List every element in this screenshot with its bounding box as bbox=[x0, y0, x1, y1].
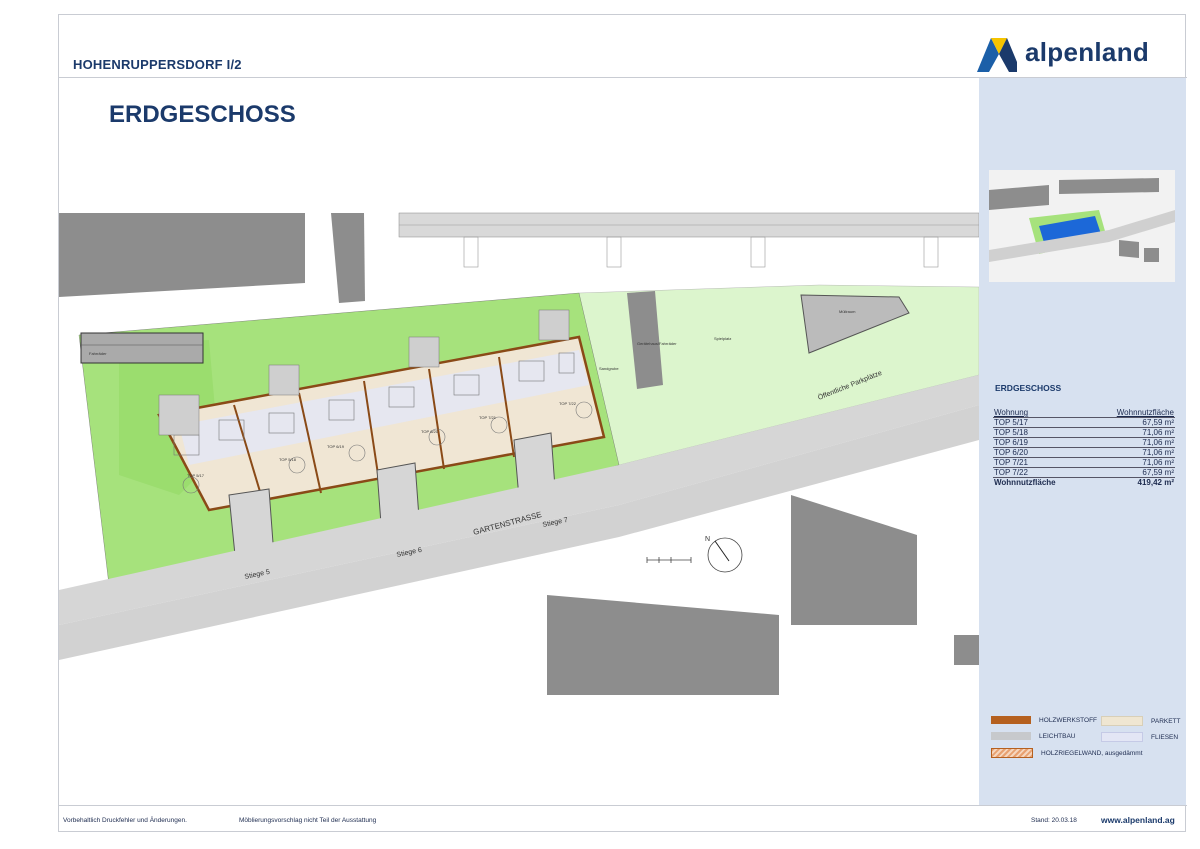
legend-item: FLIESEN bbox=[1101, 732, 1178, 742]
logo-text: alpenland bbox=[1025, 36, 1150, 67]
footer-website-link[interactable]: www.alpenland.ag bbox=[1101, 815, 1175, 825]
neighbor-building bbox=[331, 213, 365, 303]
unit-label: TOP 7/22 bbox=[559, 401, 577, 406]
table-row: TOP 7/22 67,59 m² bbox=[993, 467, 1175, 478]
svg-text:Fahrräder: Fahrräder bbox=[89, 351, 107, 356]
header: HOHENRUPPERSDORF I/2 alpenland bbox=[59, 15, 1187, 78]
svg-text:Gerätehaus/Fahrräder: Gerätehaus/Fahrräder bbox=[637, 341, 677, 346]
legend-swatch bbox=[1101, 716, 1143, 726]
area-table-title: ERDGESCHOSS bbox=[995, 383, 1062, 393]
plan-sheet: HOHENRUPPERSDORF I/2 alpenland ERDGESCHO… bbox=[58, 14, 1187, 834]
footer-date: Stand: 20.03.18 bbox=[1031, 817, 1077, 824]
location-minimap bbox=[989, 170, 1175, 282]
svg-text:Müllraum: Müllraum bbox=[839, 309, 856, 314]
unit-label: TOP 6/19 bbox=[327, 444, 345, 449]
legend-swatch bbox=[1101, 732, 1143, 742]
table-row: TOP 6/20 71,06 m² bbox=[993, 447, 1175, 458]
table-row: TOP 7/21 71,06 m² bbox=[993, 457, 1175, 468]
neighbor-building bbox=[59, 213, 305, 297]
unit-label: TOP 5/18 bbox=[279, 457, 297, 462]
unit-label: TOP 5/17 bbox=[187, 473, 205, 478]
area-table: Wohnung Wohnnutzfläche TOP 5/17 67,59 m² … bbox=[993, 408, 1175, 487]
legend-item: HOLZRIEGELWAND, ausgedämmt bbox=[991, 748, 1143, 758]
north-arrow-icon: N bbox=[705, 536, 743, 573]
legend-item: HOLZWERKSTOFF bbox=[991, 716, 1097, 724]
footer-disclaimer: Vorbehaltlich Druckfehler und Änderungen… bbox=[63, 817, 187, 824]
legend-swatch bbox=[991, 716, 1031, 724]
legend-item: PARKETT bbox=[1101, 716, 1181, 726]
legend-item: LEICHTBAU bbox=[991, 732, 1075, 740]
sidebar: ERDGESCHOSS Wohnung Wohnnutzfläche TOP 5… bbox=[979, 78, 1186, 805]
footer: Vorbehaltlich Druckfehler und Änderungen… bbox=[59, 805, 1187, 834]
table-row: TOP 5/17 67,59 m² bbox=[993, 417, 1175, 428]
unit-label: TOP 6/20 bbox=[421, 429, 439, 434]
neighbor-building bbox=[791, 495, 917, 625]
svg-text:N: N bbox=[705, 536, 710, 543]
table-row: TOP 6/19 71,06 m² bbox=[993, 437, 1175, 448]
site-plan: TOP 5/17 TOP 5/18 TOP 6/19 TOP 6/20 TOP … bbox=[59, 212, 979, 695]
scale-bar bbox=[646, 557, 692, 563]
svg-text:Sandgrube: Sandgrube bbox=[599, 366, 619, 371]
table-total-row: Wohnnutzfläche 419,42 m² bbox=[994, 478, 1174, 487]
legend-swatch bbox=[991, 748, 1033, 758]
neighbor-building bbox=[547, 595, 779, 695]
table-row: TOP 5/18 71,06 m² bbox=[993, 427, 1175, 438]
page-title: ERDGESCHOSS bbox=[109, 101, 296, 128]
unit-label: TOP 7/21 bbox=[479, 415, 497, 420]
footer-furniture-note: Möblierungsvorschlag nicht Teil der Auss… bbox=[239, 817, 377, 824]
bike-shed bbox=[80, 332, 204, 364]
logo-mark-icon bbox=[977, 38, 1017, 72]
table-header: Wohnung Wohnnutzfläche bbox=[993, 408, 1175, 418]
svg-text:Spielplatz: Spielplatz bbox=[714, 336, 731, 341]
project-name: HOHENRUPPERSDORF I/2 bbox=[73, 57, 242, 72]
alpenland-logo: alpenland bbox=[977, 31, 1149, 73]
legend-swatch bbox=[991, 732, 1031, 740]
